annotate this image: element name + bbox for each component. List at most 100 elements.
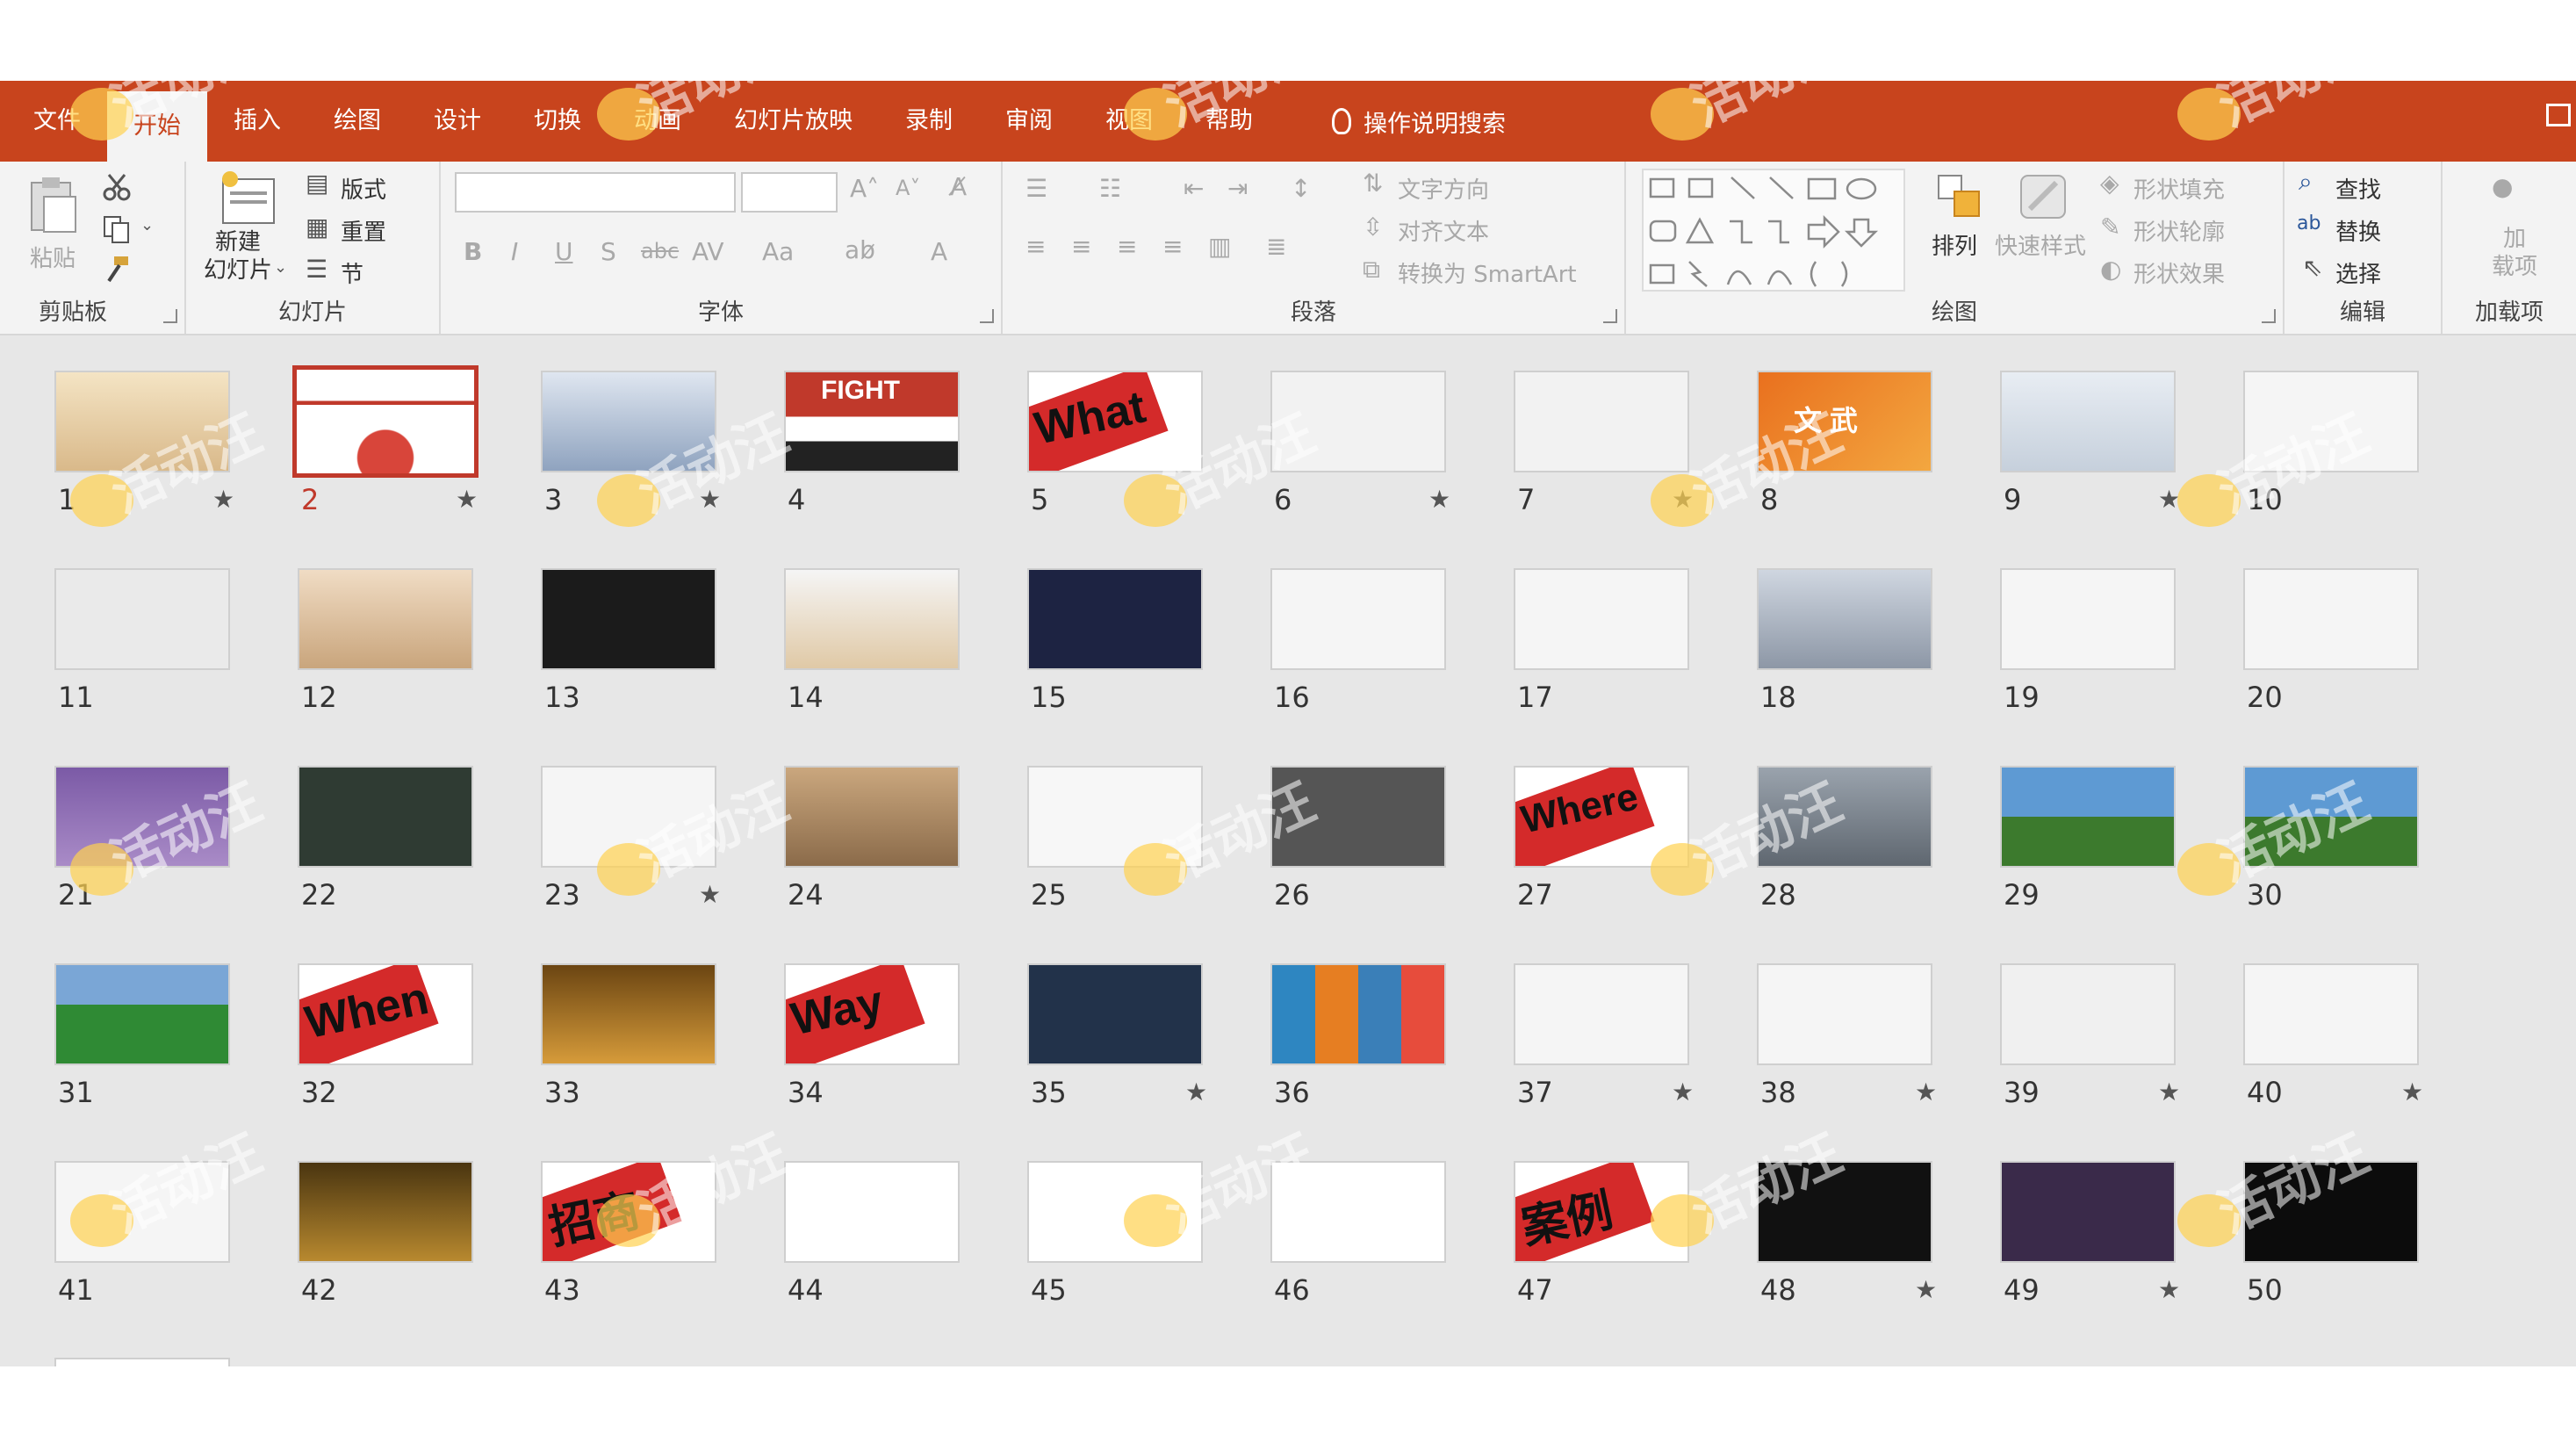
reset-button[interactable]: 重置 bbox=[341, 214, 386, 247]
slide-thumbnail[interactable]: 14 bbox=[784, 568, 1027, 761]
slide-thumbnail[interactable]: 23 ★ bbox=[541, 766, 784, 959]
slide-preview[interactable] bbox=[541, 963, 716, 1065]
slide-thumbnail[interactable]: 50 bbox=[2243, 1161, 2486, 1354]
slide-preview[interactable] bbox=[2243, 568, 2419, 670]
slide-preview[interactable]: FIGHT bbox=[784, 371, 960, 472]
menu-tab-5[interactable]: 切换 bbox=[507, 81, 608, 162]
char-spacing-button[interactable]: AV bbox=[692, 237, 724, 266]
slide-thumbnail[interactable]: 28 bbox=[1757, 766, 2000, 959]
slide-thumbnail[interactable]: 案例 47 bbox=[1514, 1161, 1757, 1354]
slide-preview[interactable] bbox=[1270, 1161, 1446, 1263]
slide-preview[interactable] bbox=[541, 766, 716, 868]
shape-outline-button[interactable]: 形状轮廓 bbox=[2133, 214, 2225, 247]
shape-fill-button[interactable]: 形状填充 bbox=[2133, 172, 2225, 205]
slide-preview[interactable] bbox=[54, 766, 230, 868]
slide-preview[interactable] bbox=[298, 766, 473, 868]
slide-preview[interactable]: Way bbox=[784, 963, 960, 1065]
slide-thumbnail[interactable]: 17 bbox=[1514, 568, 1757, 761]
align-right-icon[interactable]: ≡ bbox=[1117, 232, 1137, 261]
find-button[interactable]: 查找 bbox=[2335, 172, 2381, 205]
slide-preview[interactable] bbox=[1514, 568, 1689, 670]
slide-thumbnail[interactable]: 18 bbox=[1757, 568, 2000, 761]
slide-preview[interactable] bbox=[298, 1161, 473, 1263]
increase-indent-icon[interactable]: ⇥ bbox=[1227, 174, 1248, 203]
slide-thumbnail[interactable]: 46 bbox=[1270, 1161, 1514, 1354]
shrink-font-icon[interactable]: A˅ bbox=[896, 176, 920, 200]
font-name-combo[interactable] bbox=[455, 172, 736, 213]
menu-tab-2[interactable]: 插入 bbox=[207, 81, 307, 162]
underline-button[interactable]: U bbox=[555, 237, 573, 266]
italic-button[interactable]: I bbox=[511, 237, 518, 266]
slide-thumbnail[interactable]: 36 bbox=[1270, 963, 1514, 1157]
slide-thumbnail[interactable]: 15 bbox=[1027, 568, 1270, 761]
menu-tab-7[interactable]: 幻灯片放映 bbox=[708, 81, 879, 162]
slide-thumbnail[interactable]: 42 bbox=[298, 1161, 541, 1354]
slide-thumbnail[interactable]: 9 ★ bbox=[2000, 371, 2243, 564]
slide-preview[interactable] bbox=[2000, 568, 2176, 670]
slide-thumbnail[interactable]: 29 bbox=[2000, 766, 2243, 959]
slide-thumbnail[interactable]: 文 武 8 bbox=[1757, 371, 2000, 564]
slide-preview[interactable] bbox=[1757, 766, 1932, 868]
replace-button[interactable]: 替换 bbox=[2335, 214, 2381, 247]
slide-thumbnail[interactable]: When 32 bbox=[298, 963, 541, 1157]
paste-icon[interactable] bbox=[26, 174, 83, 235]
slide-preview[interactable] bbox=[2000, 766, 2176, 868]
slide-preview[interactable] bbox=[1027, 568, 1203, 670]
slide-preview[interactable] bbox=[1757, 568, 1932, 670]
slide-preview[interactable] bbox=[1027, 766, 1203, 868]
quick-styles-icon[interactable] bbox=[2012, 170, 2074, 223]
slide-thumbnail[interactable]: 49 ★ bbox=[2000, 1161, 2243, 1354]
slide-thumbnail[interactable]: 45 bbox=[1027, 1161, 1270, 1354]
slide-thumbnail[interactable]: 22 bbox=[298, 766, 541, 959]
transition-star-icon[interactable]: ★ bbox=[1915, 1275, 1937, 1304]
slide-thumbnail[interactable]: 16 bbox=[1270, 568, 1514, 761]
highlight-icon[interactable]: ab̷ bbox=[845, 235, 875, 264]
slide-thumbnail[interactable]: Where 27 bbox=[1514, 766, 1757, 959]
slide-preview[interactable]: 文 武 bbox=[1757, 371, 1932, 472]
justify-icon[interactable]: ≡ bbox=[1162, 232, 1183, 261]
slide-preview[interactable] bbox=[54, 568, 230, 670]
align-center-icon[interactable]: ≡ bbox=[1071, 232, 1091, 261]
bullets-icon[interactable]: ☰ bbox=[1025, 174, 1047, 203]
slide-thumbnail[interactable]: 11 bbox=[54, 568, 298, 761]
transition-star-icon[interactable]: ★ bbox=[1428, 485, 1450, 514]
slide-thumbnail[interactable]: 6 ★ bbox=[1270, 371, 1514, 564]
slide-thumbnail[interactable]: 7 ★ bbox=[1514, 371, 1757, 564]
slide-thumbnail[interactable]: 26 bbox=[1270, 766, 1514, 959]
text-direction-button[interactable]: 文字方向 bbox=[1398, 172, 1489, 205]
section-button[interactable]: 节 bbox=[341, 256, 363, 289]
menu-tab-6[interactable]: 动画 bbox=[608, 81, 708, 162]
slide-preview[interactable] bbox=[54, 1161, 230, 1263]
line-spacing-icon[interactable]: ↕ bbox=[1291, 174, 1311, 203]
slide-thumbnail[interactable]: 24 bbox=[784, 766, 1027, 959]
slide-preview[interactable] bbox=[1514, 371, 1689, 472]
comment-icon[interactable] bbox=[2546, 104, 2571, 126]
slide-thumbnail[interactable]: What 5 bbox=[1027, 371, 1270, 564]
align-left-icon[interactable]: ≡ bbox=[1025, 232, 1046, 261]
new-slide-icon[interactable] bbox=[218, 170, 279, 227]
tell-me-search[interactable]: 操作说明搜索 bbox=[1332, 105, 1506, 139]
bold-button[interactable]: B bbox=[464, 237, 482, 266]
slide-thumbnail[interactable]: 13 bbox=[541, 568, 784, 761]
decrease-indent-icon[interactable]: ⇤ bbox=[1184, 174, 1204, 203]
slide-preview[interactable] bbox=[1027, 963, 1203, 1065]
slide-preview[interactable] bbox=[2243, 963, 2419, 1065]
copy-icon[interactable] bbox=[102, 214, 132, 244]
slide-thumbnail[interactable]: 招商 43 bbox=[541, 1161, 784, 1354]
slide-thumbnail[interactable]: 41 bbox=[54, 1161, 298, 1354]
slide-preview[interactable] bbox=[2000, 1161, 2176, 1263]
layout-button[interactable]: 版式 bbox=[341, 172, 386, 205]
transition-star-icon[interactable]: ★ bbox=[1672, 1078, 1694, 1107]
slide-preview[interactable] bbox=[1757, 963, 1932, 1065]
chevron-down-icon[interactable]: ⌄ bbox=[274, 258, 287, 277]
slide-preview[interactable] bbox=[541, 568, 716, 670]
menu-tab-10[interactable]: 视图 bbox=[1079, 81, 1179, 162]
arrange-button[interactable]: 排列 bbox=[1932, 228, 1977, 261]
slide-thumbnail[interactable]: 37 ★ bbox=[1514, 963, 1757, 1157]
transition-star-icon[interactable]: ★ bbox=[2401, 1078, 2423, 1107]
transition-star-icon[interactable]: ★ bbox=[2158, 1275, 2180, 1304]
slide-preview[interactable] bbox=[2243, 1161, 2419, 1263]
select-button[interactable]: 选择 bbox=[2335, 256, 2381, 289]
addins-button[interactable]: 加 载项 bbox=[2492, 225, 2537, 281]
numbering-icon[interactable]: ☷ bbox=[1099, 174, 1121, 203]
